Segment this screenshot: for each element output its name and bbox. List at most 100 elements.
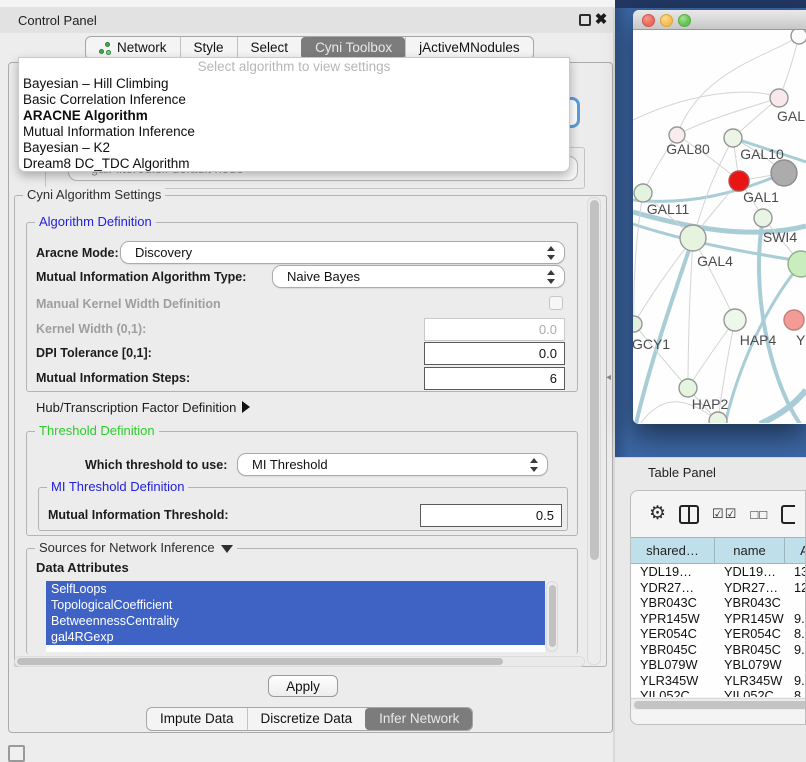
aracne-mode-combo[interactable]: Discovery	[120, 241, 565, 264]
table-cell: YIL052C	[715, 688, 785, 697]
column-header-a[interactable]: A	[785, 538, 806, 563]
network-node[interactable]	[709, 412, 727, 423]
tab-style[interactable]: Style	[180, 37, 237, 59]
column-header-shared[interactable]: shared…	[631, 538, 715, 563]
cyni-bottom-tabbar: Impute DataDiscretize DataInfer Network	[146, 707, 473, 731]
which-threshold-label: Which threshold to use:	[85, 458, 227, 472]
dropdown-item-bayesian-k2[interactable]: Bayesian – K2	[19, 140, 569, 156]
network-node[interactable]	[634, 184, 652, 202]
float-panel-icon[interactable]	[579, 14, 591, 26]
dpi-tolerance-field[interactable]: 0.0	[424, 342, 565, 365]
table-row[interactable]: YBR045CYBR045C9.	[631, 642, 806, 658]
attribute-item-selfloops[interactable]: SelfLoops	[46, 581, 545, 597]
dropdown-item-basic-correlation-inference[interactable]: Basic Correlation Inference	[19, 92, 569, 108]
table-cell: 9.	[785, 673, 806, 689]
minimized-panel-icon[interactable]	[8, 745, 25, 762]
dropdown-item-aracne-algorithm[interactable]: ARACNE Algorithm	[19, 108, 569, 124]
application-window: Control Panel ✖ NetworkStyleSelectCyni T…	[0, 0, 806, 762]
attributes-scroll-thumb[interactable]	[549, 585, 556, 647]
data-attributes-list[interactable]: SelfLoopsTopologicalCoefficientBetweenne…	[46, 581, 545, 652]
table-row[interactable]: YBL079WYBL079W	[631, 657, 806, 673]
tab-cyni-toolbox[interactable]: Cyni Toolbox	[301, 37, 405, 59]
close-window-icon[interactable]	[642, 14, 655, 27]
network-edge[interactable]	[634, 238, 693, 324]
table-cell: YBR045C	[715, 642, 785, 658]
mi-threshold-field[interactable]: 0.5	[420, 504, 562, 527]
table-row[interactable]: YIL052CYIL052C8	[631, 688, 806, 697]
which-threshold-combo[interactable]: MI Threshold	[237, 453, 548, 476]
settings-horizontal-scrollbar[interactable]	[14, 656, 585, 667]
settings-vertical-scrollbar[interactable]	[587, 197, 601, 665]
kernel-width-field[interactable]: 0.0	[424, 318, 565, 341]
network-node[interactable]	[680, 225, 706, 251]
network-node[interactable]	[633, 316, 642, 332]
gear-icon[interactable]: ⚙	[649, 504, 666, 524]
table-cell	[785, 657, 806, 673]
network-edge[interactable]	[693, 238, 735, 320]
table-row[interactable]: YDR27…YDR27…12	[631, 580, 806, 596]
select-all-checkboxes-icon[interactable]: ☑☑	[712, 506, 737, 522]
table-row[interactable]: YPR145WYPR145W9.	[631, 611, 806, 627]
tab-network[interactable]: Network	[86, 37, 180, 59]
network-view-window[interactable]: GALGAL80GAL10GAL1GAL11SWI4GAL4GCY1HAP4YH…	[633, 10, 806, 424]
network-node[interactable]	[771, 160, 797, 186]
columns-icon[interactable]	[679, 505, 699, 524]
network-svg[interactable]: GALGAL80GAL10GAL1GAL11SWI4GAL4GCY1HAP4YH…	[633, 30, 806, 423]
network-node[interactable]	[784, 310, 804, 330]
apply-button[interactable]: Apply	[268, 675, 338, 697]
network-node[interactable]	[791, 30, 806, 44]
attribute-item-topologicalcoefficient[interactable]: TopologicalCoefficient	[46, 597, 545, 613]
table-row[interactable]: YDL19…YDL19…13	[631, 564, 806, 580]
table-row[interactable]: YBR043CYBR043C	[631, 595, 806, 611]
minimize-window-icon[interactable]	[660, 14, 673, 27]
network-node[interactable]	[679, 379, 697, 397]
dropdown-item-dream8-dc-tdc-algorithm[interactable]: Dream8 DC_TDC Algorithm	[19, 156, 569, 172]
combo-spinner-icon	[546, 246, 555, 260]
tab-jactivemnodules[interactable]: jActiveMNodules	[405, 37, 533, 59]
table-row[interactable]: YLR345WYLR345W9.	[631, 673, 806, 689]
table-row[interactable]: YER054CYER054C8.	[631, 626, 806, 642]
close-panel-icon[interactable]: ✖	[593, 11, 609, 29]
sources-title[interactable]: Sources for Network Inference	[35, 540, 237, 555]
network-node[interactable]	[724, 309, 746, 331]
table-cell: YDL19…	[631, 564, 715, 580]
network-node[interactable]	[729, 171, 749, 191]
manual-kernel-label: Manual Kernel Width Definition	[36, 297, 221, 311]
manual-kernel-checkbox[interactable]	[549, 296, 563, 310]
attributes-list-scrollbar[interactable]	[546, 581, 558, 652]
settings-scroll-thumb[interactable]	[590, 200, 599, 560]
node-label-hap4: HAP4	[740, 332, 777, 348]
column-header-name[interactable]: name	[715, 538, 785, 563]
dropdown-item-bayesian-hill-climbing[interactable]: Bayesian – Hill Climbing	[19, 76, 569, 92]
tab-select[interactable]: Select	[237, 37, 302, 59]
tab-discretize-data[interactable]: Discretize Data	[247, 708, 366, 730]
network-node[interactable]	[754, 209, 772, 227]
network-edge[interactable]	[677, 98, 779, 135]
network-window-titlebar[interactable]	[633, 10, 806, 30]
network-node[interactable]	[724, 129, 742, 147]
table-horizontal-scrollbar[interactable]	[631, 698, 806, 710]
dropdown-item-mutual-information-inference[interactable]: Mutual Information Inference	[19, 124, 569, 140]
deselect-all-checkboxes-icon[interactable]: □□	[750, 507, 768, 522]
export-table-icon[interactable]	[781, 505, 795, 524]
table-hscroll-thumb[interactable]	[634, 701, 806, 709]
table-cell: YIL052C	[631, 688, 715, 697]
network-node[interactable]	[770, 89, 788, 107]
table-cell	[785, 595, 806, 611]
tab-impute-data[interactable]: Impute Data	[147, 708, 247, 730]
mi-type-combo[interactable]: Naive Bayes	[272, 265, 565, 288]
network-edge[interactable]	[688, 238, 693, 388]
table-panel-inner: ⚙ ☑☑ □□ shared…nameA YDL19…YDL19…13YDR27…	[630, 490, 806, 725]
settings-hscroll-thumb[interactable]	[17, 658, 503, 665]
hub-definition-toggle[interactable]: Hub/Transcription Factor Definition	[36, 400, 250, 415]
data-attributes-label: Data Attributes	[36, 560, 129, 575]
table-cell: YPR145W	[715, 611, 785, 627]
mi-steps-field[interactable]: 6	[424, 367, 565, 390]
zoom-window-icon[interactable]	[678, 14, 691, 27]
attribute-item-gal4rgexp[interactable]: gal4RGexp	[46, 629, 545, 645]
table-cell: YBR043C	[715, 595, 785, 611]
splitter-arrow-icon[interactable]: ◂	[606, 372, 611, 383]
attribute-item-betweennesscentrality[interactable]: BetweennessCentrality	[46, 613, 545, 629]
tab-infer-network[interactable]: Infer Network	[365, 708, 472, 730]
network-node[interactable]	[788, 251, 806, 277]
